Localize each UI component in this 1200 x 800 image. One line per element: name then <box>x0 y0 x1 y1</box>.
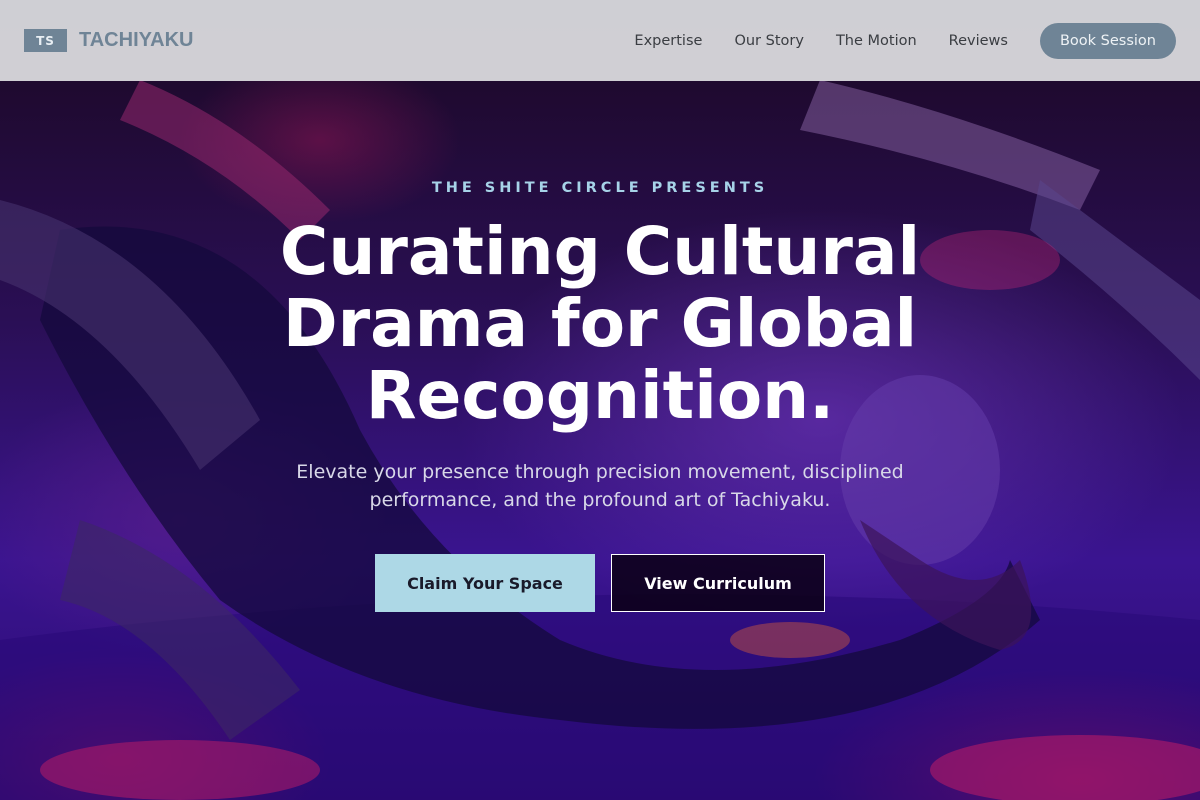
hero-cta-group: Claim Your Space View Curriculum <box>0 554 1200 612</box>
nav-link-the-motion[interactable]: The Motion <box>836 33 917 49</box>
logo-wordmark: TACHIYAKU <box>79 29 194 51</box>
hero-eyebrow: THE SHITE CIRCLE PRESENTS <box>431 180 769 196</box>
brand-logo[interactable]: TS TACHIYAKU <box>24 29 193 52</box>
view-curriculum-button[interactable]: View Curriculum <box>611 554 825 612</box>
hero-section: THE SHITE CIRCLE PRESENTS Curating Cultu… <box>0 180 1200 612</box>
top-navigation: TS TACHIYAKU Expertise Our Story The Mot… <box>0 0 1200 81</box>
hero-headline: Curating Cultural Drama for Global Recog… <box>279 213 921 434</box>
logo-badge: TS <box>24 29 67 52</box>
nav-link-reviews[interactable]: Reviews <box>949 33 1008 49</box>
hero-subheading: Elevate your presence through precision … <box>296 461 904 511</box>
claim-your-space-button[interactable]: Claim Your Space <box>375 554 595 612</box>
book-session-button[interactable]: Book Session <box>1039 22 1176 59</box>
nav-links: Expertise Our Story The Motion Reviews B… <box>602 22 1176 59</box>
nav-link-our-story[interactable]: Our Story <box>734 33 803 49</box>
nav-link-expertise[interactable]: Expertise <box>634 33 702 49</box>
